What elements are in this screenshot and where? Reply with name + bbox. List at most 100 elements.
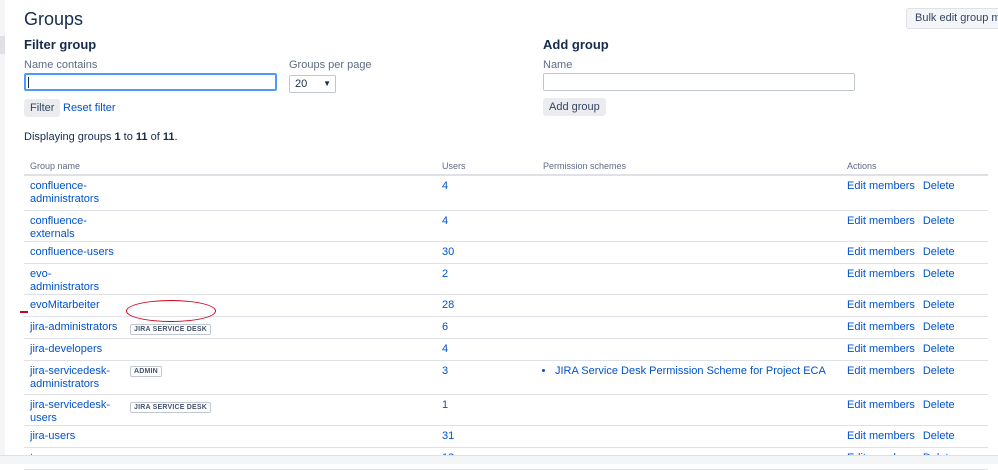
reset-filter-link[interactable]: Reset filter [63, 102, 116, 114]
delete-link[interactable]: Delete [923, 399, 955, 411]
permission-cell [537, 263, 841, 295]
delete-link[interactable]: Delete [923, 299, 955, 311]
group-name-cell: evoMitarbeiter [24, 294, 436, 317]
group-name-link[interactable]: evo-administrators [30, 268, 120, 294]
groups-per-page-label: Groups per page [289, 59, 372, 71]
name-contains-label: Name contains [24, 59, 98, 71]
users-count-link[interactable]: 4 [442, 215, 448, 227]
group-name-link[interactable]: confluence-administrators [30, 180, 120, 206]
add-group-name-input[interactable] [543, 73, 855, 91]
users-count-link[interactable]: 2 [442, 268, 448, 280]
users-count-link[interactable]: 1 [442, 399, 448, 411]
delete-link[interactable]: Delete [923, 268, 955, 280]
header-actions: Actions [841, 157, 988, 176]
add-group-name-label: Name [543, 59, 573, 71]
group-name-cell: jira-servicedesk-users JIRA SERVICE DESK [24, 394, 436, 426]
group-name-link[interactable]: jira-servicedesk-administrators [30, 365, 120, 391]
table-header-row: Group name Users Permission schemes Acti… [24, 157, 988, 176]
users-count-link[interactable]: 28 [442, 299, 454, 311]
delete-link[interactable]: Delete [923, 180, 955, 192]
group-name-cell: evo-administrators [24, 263, 436, 295]
delete-link[interactable]: Delete [923, 321, 955, 333]
edit-members-link[interactable]: Edit members [847, 399, 915, 411]
edit-members-link[interactable]: Edit members [847, 343, 915, 355]
table-row: jira-developers 4 Edit members Delete [24, 338, 988, 361]
permission-scheme-link[interactable]: JIRA Service Desk Permission Scheme for … [555, 365, 835, 378]
users-cell: 2 [436, 263, 537, 295]
edit-members-link[interactable]: Edit members [847, 321, 915, 333]
actions-cell: Edit members Delete [841, 316, 988, 339]
actions-cell: Edit members Delete [841, 210, 988, 242]
group-name-cell: confluence-externals [24, 210, 436, 242]
group-name-link[interactable]: confluence-users [30, 246, 120, 259]
delete-link[interactable]: Delete [923, 215, 955, 227]
group-name-link[interactable]: jira-developers [30, 343, 120, 356]
actions-cell: Edit members Delete [841, 241, 988, 264]
delete-link[interactable]: Delete [923, 430, 955, 442]
users-cell: 28 [436, 294, 537, 317]
group-name-cell: confluence-administrators [24, 175, 436, 211]
red-annotation-circle [126, 300, 216, 322]
edit-members-link[interactable]: Edit members [847, 268, 915, 280]
sidebar-tab[interactable] [0, 36, 5, 54]
filter-button[interactable]: Filter [24, 99, 61, 117]
group-name-link[interactable]: confluence-externals [30, 215, 120, 241]
users-count-link[interactable]: 4 [442, 343, 448, 355]
group-name-cell: jira-developers [24, 338, 436, 361]
group-name-link[interactable]: jira-users [30, 430, 120, 443]
left-sidebar [0, 0, 5, 463]
permission-cell [537, 210, 841, 242]
group-name-cell: jira-administrators JIRA SERVICE DESK [24, 316, 436, 339]
group-badge: ADMIN [130, 365, 162, 377]
users-cell: 1 [436, 394, 537, 426]
permission-cell [537, 338, 841, 361]
actions-cell: Edit members Delete [841, 425, 988, 448]
users-cell: 3 [436, 360, 537, 395]
edit-members-link[interactable]: Edit members [847, 299, 915, 311]
permission-cell [537, 316, 841, 339]
name-contains-input[interactable] [24, 73, 277, 91]
table-row: jira-users 31 Edit members Delete [24, 425, 988, 448]
actions-cell: Edit members Delete [841, 338, 988, 361]
delete-link[interactable]: Delete [923, 365, 955, 377]
bulk-edit-group-members-button[interactable]: Bulk edit group members [906, 8, 998, 29]
group-name-link[interactable]: evoMitarbeiter [30, 299, 120, 312]
chevron-down-icon: ▼ [323, 79, 331, 88]
group-badge: JIRA SERVICE DESK [130, 323, 212, 335]
add-group-button[interactable]: Add group [543, 98, 606, 116]
red-annotation-mark [20, 311, 28, 313]
filter-group-heading: Filter group [24, 37, 97, 52]
group-name-cell: jira-servicedesk-administrators ADMIN [24, 360, 436, 395]
text-caret [28, 77, 29, 88]
table-row: jira-servicedesk-users JIRA SERVICE DESK 1… [24, 394, 988, 426]
group-name-cell: jira-users [24, 425, 436, 448]
users-count-link[interactable]: 6 [442, 321, 448, 333]
permission-cell [537, 175, 841, 211]
edit-members-link[interactable]: Edit members [847, 215, 915, 227]
groups-per-page-select[interactable]: 20 ▼ [289, 75, 336, 93]
users-count-link[interactable]: 3 [442, 365, 448, 377]
group-badge: JIRA SERVICE DESK [130, 401, 212, 413]
edit-members-link[interactable]: Edit members [847, 180, 915, 192]
actions-cell: Edit members Delete [841, 175, 988, 211]
group-name-link[interactable]: jira-administrators [30, 321, 120, 334]
table-row: confluence-administrators 4 Edit members De… [24, 175, 988, 211]
add-group-heading: Add group [543, 37, 609, 52]
edit-members-link[interactable]: Edit members [847, 246, 915, 258]
delete-link[interactable]: Delete [923, 343, 955, 355]
displaying-groups-text: Displaying groups 1 to 11 of 11. [24, 131, 178, 143]
page-title: Groups [24, 9, 84, 29]
delete-link[interactable]: Delete [923, 246, 955, 258]
users-count-link[interactable]: 4 [442, 180, 448, 192]
header-group-name: Group name [24, 157, 436, 176]
permission-cell: JIRA Service Desk Permission Scheme for … [537, 360, 841, 395]
users-count-link[interactable]: 31 [442, 430, 454, 442]
group-name-link[interactable]: jira-servicedesk-users [30, 399, 120, 425]
edit-members-link[interactable]: Edit members [847, 430, 915, 442]
edit-members-link[interactable]: Edit members [847, 365, 915, 377]
actions-cell: Edit members Delete [841, 294, 988, 317]
actions-cell: Edit members Delete [841, 394, 988, 426]
group-name-cell: confluence-users [24, 241, 436, 264]
permission-cell [537, 241, 841, 264]
users-count-link[interactable]: 30 [442, 246, 454, 258]
